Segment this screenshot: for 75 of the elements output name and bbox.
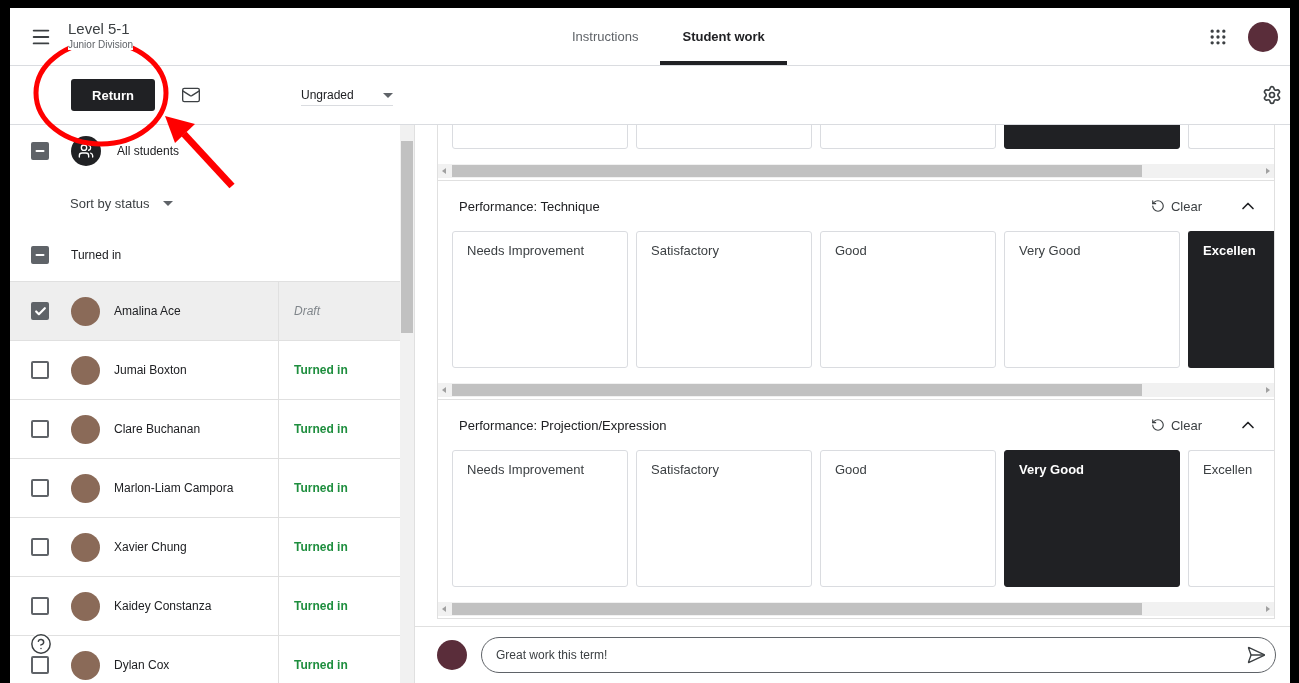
student-avatar bbox=[71, 414, 100, 444]
comment-field[interactable]: Great work this term! bbox=[481, 637, 1276, 673]
student-row[interactable]: Dylan Cox Turned in bbox=[10, 635, 400, 683]
student-avatar bbox=[71, 296, 100, 326]
student-avatar bbox=[71, 650, 100, 680]
vertical-scrollbar[interactable] bbox=[400, 125, 414, 683]
group-label: Turned in bbox=[71, 248, 122, 262]
settings-icon[interactable] bbox=[1262, 85, 1282, 105]
checkbox[interactable] bbox=[31, 246, 49, 264]
checkbox[interactable] bbox=[31, 597, 49, 615]
student-row[interactable]: Amalina Ace Draft bbox=[10, 281, 400, 340]
student-status: Turned in bbox=[293, 540, 348, 554]
student-row[interactable]: Xavier Chung Turned in bbox=[10, 517, 400, 576]
checkbox[interactable] bbox=[31, 361, 49, 379]
student-avatar bbox=[71, 591, 100, 621]
tab[interactable]: Instructions bbox=[550, 8, 661, 65]
rubric-level-card[interactable]: Needs Improvement bbox=[452, 450, 628, 587]
profile-avatar[interactable] bbox=[1248, 21, 1278, 52]
student-name: Jumai Boxton bbox=[114, 363, 187, 377]
checkbox[interactable] bbox=[31, 302, 49, 320]
commenter-avatar bbox=[437, 640, 467, 670]
grade-select[interactable]: Ungraded bbox=[301, 84, 393, 106]
student-name: Amalina Ace bbox=[114, 304, 181, 318]
rubric-level-card[interactable]: Satisfactory bbox=[636, 231, 812, 368]
checkbox[interactable] bbox=[31, 538, 49, 556]
horizontal-scrollbar[interactable] bbox=[438, 383, 1274, 397]
tab[interactable]: Student work bbox=[660, 8, 787, 65]
return-button[interactable]: Return bbox=[71, 79, 155, 111]
rubric-level-card[interactable]: Excellen bbox=[1188, 231, 1274, 368]
class-title: Level 5-1 bbox=[68, 19, 131, 37]
student-row[interactable]: Marlon-Liam Campora Turned in bbox=[10, 458, 400, 517]
criterion-title: Performance: Projection/Expression bbox=[459, 417, 667, 433]
rubric-level-card[interactable]: Good bbox=[820, 450, 996, 587]
student-row[interactable]: Clare Buchanan Turned in bbox=[10, 399, 400, 458]
student-name: Clare Buchanan bbox=[114, 422, 201, 436]
student-status: Turned in bbox=[293, 658, 348, 672]
clear-button[interactable]: Clear bbox=[1144, 197, 1208, 215]
student-name: Dylan Cox bbox=[114, 658, 170, 672]
rubric-level-card[interactable]: Needs Improvement bbox=[452, 231, 628, 368]
rubric-level-card[interactable]: Very Good bbox=[1004, 450, 1180, 587]
reset-icon bbox=[1150, 199, 1165, 213]
class-subtitle: Junior Division bbox=[68, 38, 134, 50]
student-avatar bbox=[71, 473, 100, 503]
student-status: Turned in bbox=[293, 363, 348, 377]
checkbox[interactable] bbox=[31, 656, 49, 674]
checkbox[interactable] bbox=[31, 420, 49, 438]
criterion-title: Performance: Technique bbox=[459, 198, 600, 214]
check-icon bbox=[33, 304, 47, 318]
clear-button[interactable]: Clear bbox=[1144, 416, 1208, 434]
all-students-label: All students bbox=[117, 144, 180, 158]
student-name: Kaidey Constanza bbox=[114, 599, 212, 613]
student-status: Turned in bbox=[293, 599, 348, 613]
student-avatar bbox=[71, 532, 100, 562]
rubric-level-card[interactable]: Good bbox=[820, 231, 996, 368]
reset-icon bbox=[1150, 418, 1165, 432]
student-name: Marlon-Liam Campora bbox=[114, 481, 234, 495]
student-row[interactable]: Kaidey Constanza Turned in bbox=[10, 576, 400, 635]
student-avatar bbox=[71, 355, 100, 385]
student-status: Draft bbox=[293, 304, 320, 318]
horizontal-scrollbar[interactable] bbox=[438, 164, 1274, 178]
mail-icon[interactable] bbox=[181, 85, 201, 105]
rubric-level-card[interactable]: Very Good bbox=[1004, 231, 1180, 368]
caret-icon bbox=[383, 92, 393, 98]
student-row[interactable]: Jumai Boxton Turned in bbox=[10, 340, 400, 399]
sort-select[interactable]: Sort by status bbox=[31, 195, 174, 211]
rubric-level-card[interactable]: Satisfactory bbox=[636, 450, 812, 587]
rubric-level-card[interactable]: Excellen bbox=[1188, 450, 1274, 587]
student-name: Xavier Chung bbox=[114, 540, 187, 554]
caret-icon bbox=[163, 200, 174, 206]
send-icon[interactable] bbox=[1246, 645, 1266, 665]
student-status: Turned in bbox=[293, 481, 348, 495]
checkbox[interactable] bbox=[31, 479, 49, 497]
checkbox[interactable] bbox=[31, 142, 49, 160]
student-status: Turned in bbox=[293, 422, 348, 436]
horizontal-scrollbar[interactable] bbox=[438, 602, 1274, 616]
